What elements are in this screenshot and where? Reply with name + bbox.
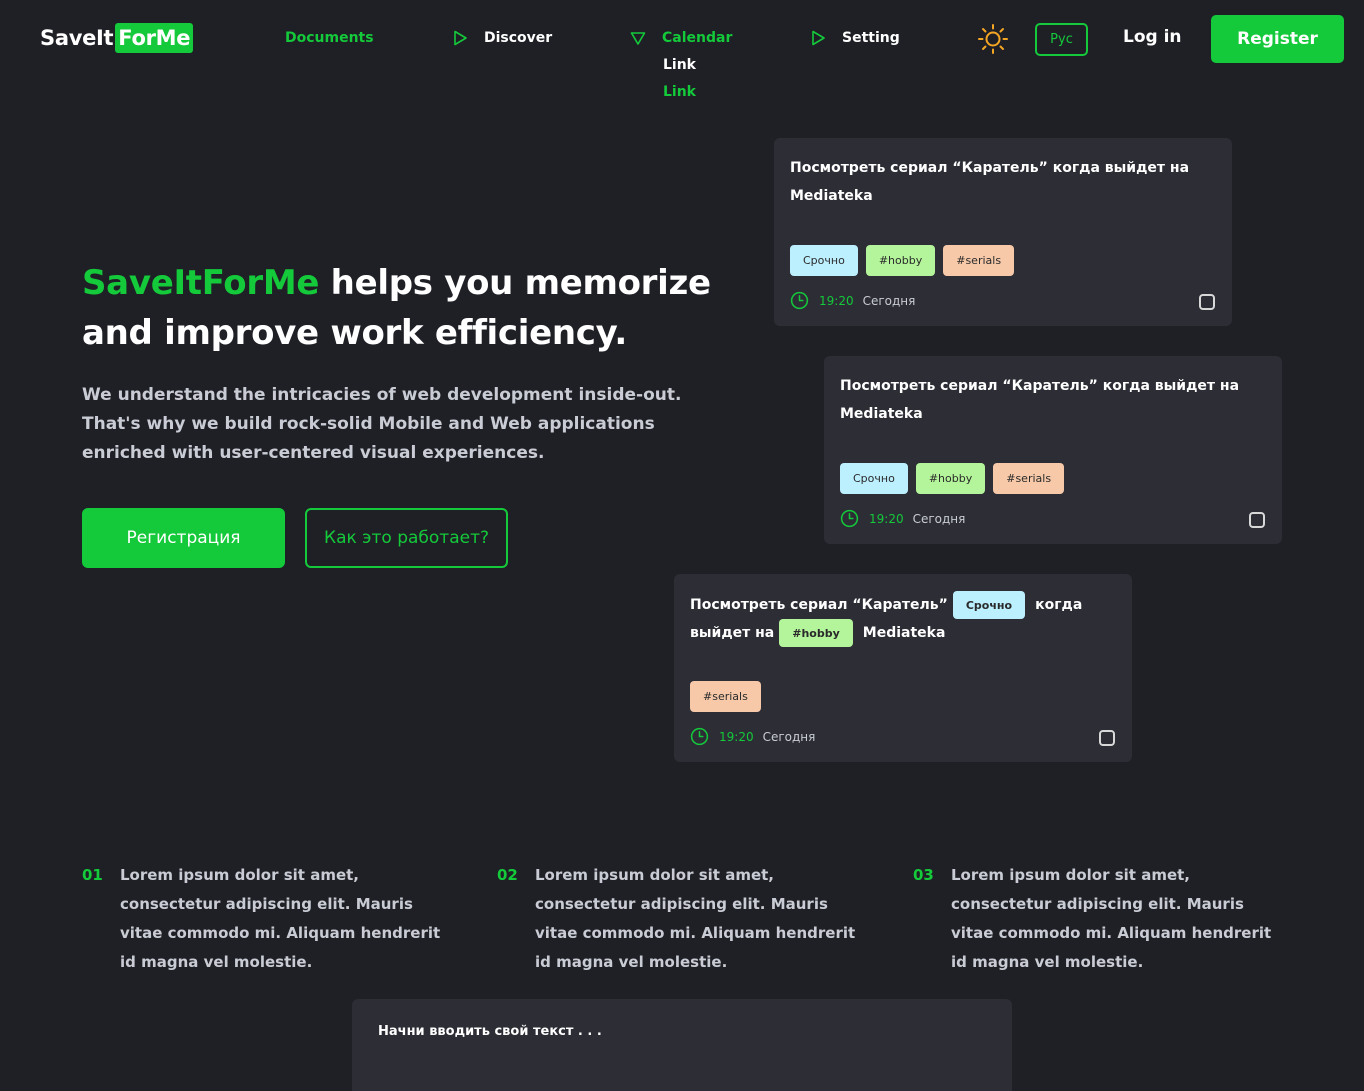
clock-icon <box>840 509 859 528</box>
task-checkbox[interactable] <box>1199 294 1215 310</box>
tag-list: #serials <box>690 681 769 712</box>
feature-number: 03 <box>913 866 934 884</box>
feature-number: 02 <box>497 866 518 884</box>
tag-hobby[interactable]: #hobby <box>779 619 853 647</box>
note-input[interactable]: Начни вводить свой текст . . . <box>352 999 1012 1091</box>
calendar-submenu-link-1[interactable]: Link <box>663 57 696 73</box>
feature-text: Lorem ipsum dolor sit amet, consectetur … <box>120 866 441 971</box>
logo-part1: SaveIt <box>40 26 114 50</box>
note-input-placeholder: Начни вводить свой текст . . . <box>378 1024 602 1039</box>
nav-calendar[interactable]: Calendar <box>630 30 732 46</box>
nav-documents[interactable]: Documents <box>285 30 374 46</box>
tag-urgent[interactable]: Срочно <box>840 463 908 494</box>
play-icon <box>812 30 825 46</box>
logo-part2: ForMe <box>115 23 194 53</box>
nav-documents-label: Documents <box>285 30 374 46</box>
task-title-line-1: Посмотреть сериал “Каратель” Срочно когд… <box>690 591 1082 619</box>
tag-serials[interactable]: #serials <box>690 681 761 712</box>
task-time: 19:20 <box>719 729 754 744</box>
tag-urgent[interactable]: Срочно <box>952 591 1026 619</box>
task-card[interactable]: Посмотреть сериал “Каратель” когда выйде… <box>824 356 1282 544</box>
task-title-part: когда <box>1035 597 1083 613</box>
tag-serials[interactable]: #serials <box>943 245 1015 276</box>
hero-description: We understand the intricacies of web dev… <box>82 385 682 463</box>
calendar-submenu-link-2[interactable]: Link <box>663 84 696 100</box>
sun-icon[interactable] <box>977 23 1009 55</box>
task-day: Сегодня <box>762 729 816 744</box>
nav-discover[interactable]: Discover <box>452 30 552 46</box>
tag-hobby[interactable]: #hobby <box>865 245 936 276</box>
clock-icon <box>790 291 809 310</box>
feature-text: Lorem ipsum dolor sit amet, consectetur … <box>535 866 856 971</box>
chevron-down-icon <box>630 32 646 45</box>
language-button[interactable]: Рус <box>1035 23 1088 56</box>
feature-item: 02 Lorem ipsum dolor sit amet, consectet… <box>497 861 865 977</box>
task-day: Сегодня <box>862 293 916 308</box>
task-meta: 19:20 Сегодня <box>790 291 915 310</box>
task-checkbox[interactable] <box>1099 730 1115 746</box>
tag-hobby[interactable]: #hobby <box>915 463 986 494</box>
task-title-part: Mediateka <box>862 625 946 641</box>
nav-discover-label: Discover <box>484 30 553 46</box>
tag-list: Срочно #hobby #serials <box>790 245 1022 276</box>
task-title: Посмотреть сериал “Каратель” когда выйде… <box>790 160 1190 204</box>
task-title-line-2: выйдет на #hobby Mediateka <box>690 619 945 647</box>
logo[interactable]: SaveIt ForMe <box>40 23 194 53</box>
task-card[interactable]: Посмотреть сериал “Каратель” когда выйде… <box>774 138 1232 326</box>
hero-title-accent: SaveItForMe <box>82 263 320 303</box>
nav-setting-label: Setting <box>842 30 900 46</box>
task-title-part: Посмотреть сериал “Каратель” <box>690 597 948 613</box>
task-title-part: выйдет на <box>690 625 775 641</box>
task-time: 19:20 <box>819 293 854 308</box>
feature-item: 01 Lorem ipsum dolor sit amet, consectet… <box>82 861 450 977</box>
tag-list: Срочно #hobby #serials <box>840 463 1072 494</box>
feature-number: 01 <box>82 866 103 884</box>
registration-button[interactable]: Регистрация <box>82 508 285 568</box>
nav-calendar-label: Calendar <box>662 30 733 46</box>
task-card[interactable]: Посмотреть сериал “Каратель” Срочно когд… <box>674 574 1132 762</box>
register-button[interactable]: Register <box>1211 15 1344 63</box>
tag-urgent[interactable]: Срочно <box>790 245 858 276</box>
feature-text: Lorem ipsum dolor sit amet, consectetur … <box>951 866 1272 971</box>
clock-icon <box>690 727 709 746</box>
task-meta: 19:20 Сегодня <box>690 727 815 746</box>
tag-serials[interactable]: #serials <box>993 463 1065 494</box>
play-icon <box>454 30 467 46</box>
task-day: Сегодня <box>912 511 966 526</box>
hero-title: SaveItForMe helps you memorize and impro… <box>82 258 722 358</box>
nav-setting[interactable]: Setting <box>810 30 900 46</box>
how-it-works-button[interactable]: Как это работает? <box>305 508 508 568</box>
task-checkbox[interactable] <box>1249 512 1265 528</box>
login-link[interactable]: Log in <box>1123 27 1182 47</box>
feature-item: 03 Lorem ipsum dolor sit amet, consectet… <box>913 861 1281 977</box>
task-time: 19:20 <box>869 511 904 526</box>
task-meta: 19:20 Сегодня <box>840 509 965 528</box>
task-title: Посмотреть сериал “Каратель” когда выйде… <box>840 378 1240 422</box>
